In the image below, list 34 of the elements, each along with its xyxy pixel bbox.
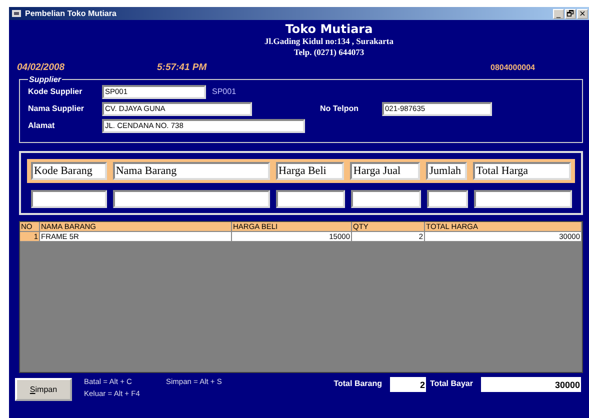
date-label: 04/02/2008 [17, 62, 66, 72]
field-label: Alamat [28, 121, 56, 130]
window-title: Pembelian Toko Mutiara [25, 9, 116, 18]
field-label: Kode Supplier [28, 87, 84, 96]
item-input-field[interactable] [351, 190, 421, 208]
app-icon [12, 9, 22, 18]
store-phone: Telp. (0271) 644073 [294, 47, 364, 58]
column-label: Harga Jual [350, 162, 420, 180]
item-input-field[interactable] [427, 190, 468, 208]
store-address: Jl.Gading Kidul no:134 , Surakarta [264, 36, 394, 47]
total-items-label: Total Barang [334, 379, 382, 388]
total-pay-field[interactable]: 30000 [481, 377, 581, 392]
supplier-code-text: SP001 [212, 87, 236, 96]
window-control-button[interactable]: 🗗 [565, 8, 576, 18]
group-legend: Supplier [28, 75, 62, 84]
column-label: Nama Barang [112, 162, 270, 180]
column-label: Kode Barang [31, 162, 107, 180]
window-control-button[interactable]: × [577, 8, 588, 18]
invoice-number: 0804000004 [490, 62, 535, 72]
field-label: Nama Supplier [28, 104, 86, 113]
item-input-field[interactable] [474, 190, 572, 208]
store-name: Toko Mutiara [285, 22, 373, 36]
item-input-field[interactable] [276, 190, 345, 208]
item-input-field[interactable] [31, 190, 107, 208]
time-label: 5:57:41 PM [157, 62, 207, 72]
total-items-field[interactable]: 2 [390, 377, 426, 392]
column-label: Jumlah [426, 162, 468, 180]
item-input-field[interactable] [113, 190, 270, 208]
window-control-button[interactable]: _ [553, 8, 564, 18]
column-label: Total Harga [473, 162, 571, 180]
field-label: No Telpon [320, 104, 360, 113]
total-pay-label: Total Bayar [430, 379, 473, 388]
save-button[interactable]: Simpan [15, 378, 72, 401]
column-label: Harga Beli [276, 162, 344, 180]
